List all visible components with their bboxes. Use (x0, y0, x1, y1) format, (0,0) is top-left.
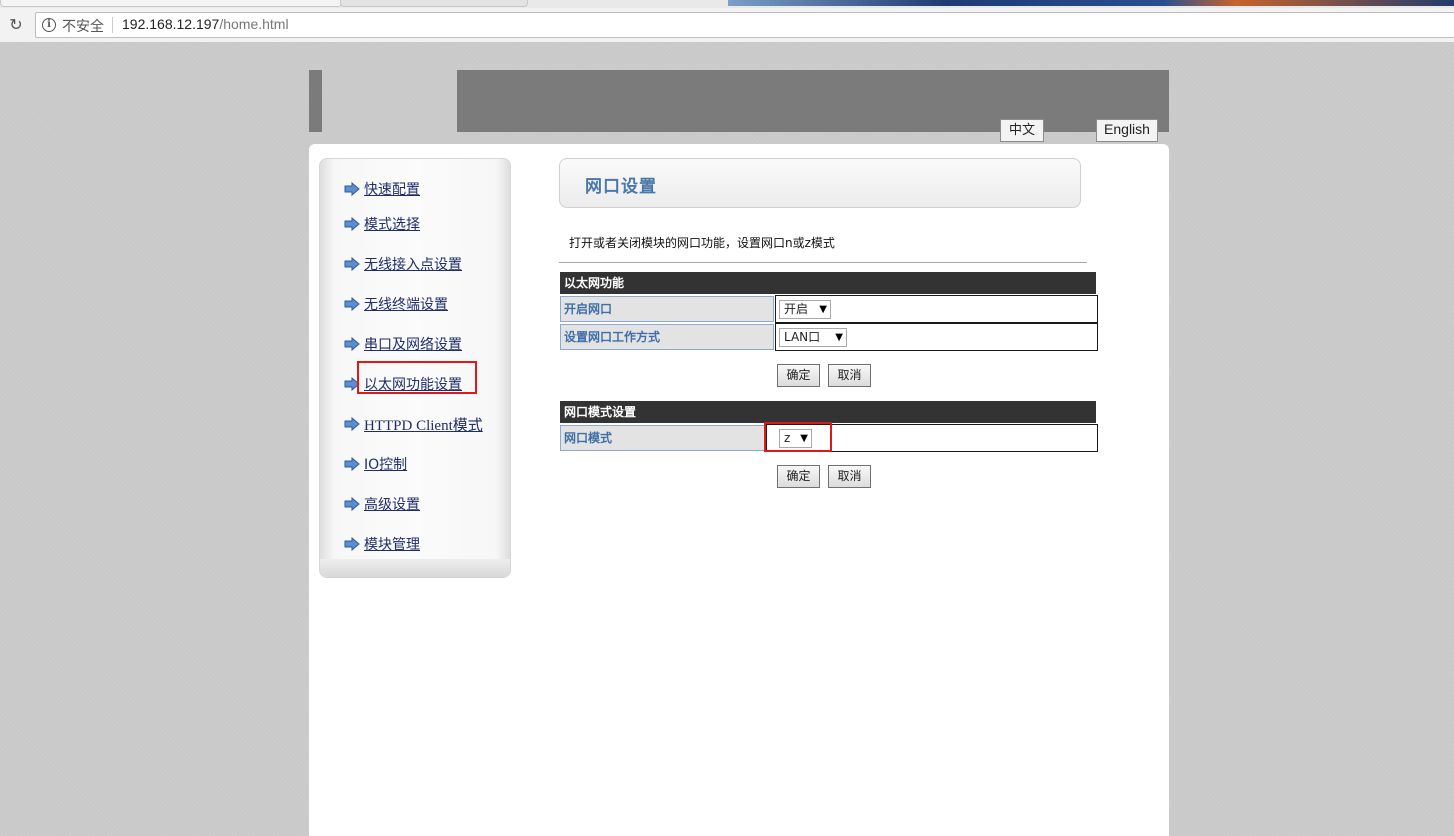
sidebar-item-quick-config[interactable]: 快速配置 (344, 178, 420, 200)
divider (559, 262, 1087, 263)
sidebar-item-label: 模式选择 (364, 217, 420, 233)
ethernet-section-heading: 以太网功能 (560, 272, 1096, 294)
sidebar-item-label: 无线接入点设置 (364, 257, 462, 273)
sidebar-item-wireless-sta[interactable]: 无线终端设置 (344, 293, 448, 315)
mode-section-heading: 网口模式设置 (560, 401, 1096, 423)
section-title-box: 网口设置 (559, 158, 1081, 208)
sidebar-item-label: 无线终端设置 (364, 297, 448, 313)
work-mode-label: 设置网口工作方式 (560, 324, 774, 350)
security-label: 不安全 (62, 18, 104, 34)
lang-english-button[interactable]: English (1096, 119, 1158, 142)
browser-toolbar: ↻ i 不安全 192.168.12.197/home.html (0, 8, 1454, 43)
work-mode-cell: LAN口 ▼ (775, 323, 1098, 351)
header-left-bar (309, 70, 322, 132)
tab-strip-background (728, 0, 1454, 6)
address-bar[interactable]: i 不安全 192.168.12.197/home.html (35, 12, 1454, 38)
sidebar-item-label: 快速配置 (364, 182, 420, 198)
sidebar-item-label: HTTPD Client模式 (364, 417, 483, 434)
browser-tab[interactable] (340, 0, 528, 7)
arrow-right-icon (344, 457, 360, 471)
sidebar-item-label: IO控制 (364, 457, 408, 473)
arrow-right-icon (344, 337, 360, 351)
reload-icon[interactable]: ↻ (6, 15, 26, 35)
url-path: /home.html (219, 16, 289, 32)
page-description: 打开或者关闭模块的网口功能，设置网口n或z模式 (569, 236, 835, 250)
port-mode-label: 网口模式 (560, 425, 766, 451)
selected-item-highlight (357, 361, 477, 394)
enable-port-label: 开启网口 (560, 296, 774, 322)
arrow-right-icon (344, 417, 360, 431)
sidebar-item-httpd-client[interactable]: HTTPD Client模式 (344, 413, 483, 435)
sidebar-item-wireless-ap[interactable]: 无线接入点设置 (344, 253, 462, 275)
sidebar-item-advanced[interactable]: 高级设置 (344, 493, 420, 515)
sidebar-item-serial-network[interactable]: 串口及网络设置 (344, 333, 462, 355)
ethernet-confirm-button[interactable]: 确定 (777, 364, 820, 387)
url-text[interactable]: 192.168.12.197/home.html (122, 16, 289, 32)
work-mode-select[interactable]: LAN口 ▼ (779, 328, 847, 347)
port-mode-highlight (764, 422, 832, 452)
url-host: 192.168.12.197 (122, 16, 220, 32)
arrow-right-icon (344, 217, 360, 231)
sidebar-bottom-cap (320, 559, 510, 577)
arrow-right-icon (344, 257, 360, 271)
ethernet-cancel-button[interactable]: 取消 (828, 364, 871, 387)
sidebar-item-label: 串口及网络设置 (364, 337, 462, 353)
sidebar-item-label: 高级设置 (364, 497, 420, 513)
arrow-right-icon (344, 297, 360, 311)
arrow-right-icon (344, 537, 360, 551)
work-mode-value: LAN口 (784, 330, 821, 344)
sidebar-item-io-control[interactable]: IO控制 (344, 453, 407, 475)
enable-port-value: 开启 (784, 302, 809, 316)
sidebar-item-mode-select[interactable]: 模式选择 (344, 213, 420, 235)
arrow-right-icon (344, 497, 360, 511)
info-icon[interactable]: i (42, 18, 56, 32)
page-title: 网口设置 (585, 177, 657, 197)
chevron-down-icon: ▼ (819, 304, 827, 315)
browser-tab[interactable] (0, 0, 342, 7)
enable-port-cell: 开启 ▼ (775, 295, 1098, 323)
main-panel: 快速配置 模式选择 无线接入点设置 无线终端设置 串口及网络设置 以太网功能设置… (309, 144, 1169, 836)
enable-port-select[interactable]: 开启 ▼ (779, 300, 831, 319)
browser-tab-strip (0, 0, 1454, 8)
lang-chinese-button[interactable]: 中文 (1000, 119, 1044, 142)
sidebar-item-label: 模块管理 (364, 537, 420, 553)
chevron-down-icon: ▼ (835, 332, 843, 343)
arrow-right-icon (344, 182, 360, 196)
sidebar-item-module-management[interactable]: 模块管理 (344, 533, 420, 555)
address-divider (112, 17, 113, 33)
mode-cancel-button[interactable]: 取消 (828, 465, 871, 488)
header-banner (457, 70, 1169, 132)
mode-confirm-button[interactable]: 确定 (777, 465, 820, 488)
